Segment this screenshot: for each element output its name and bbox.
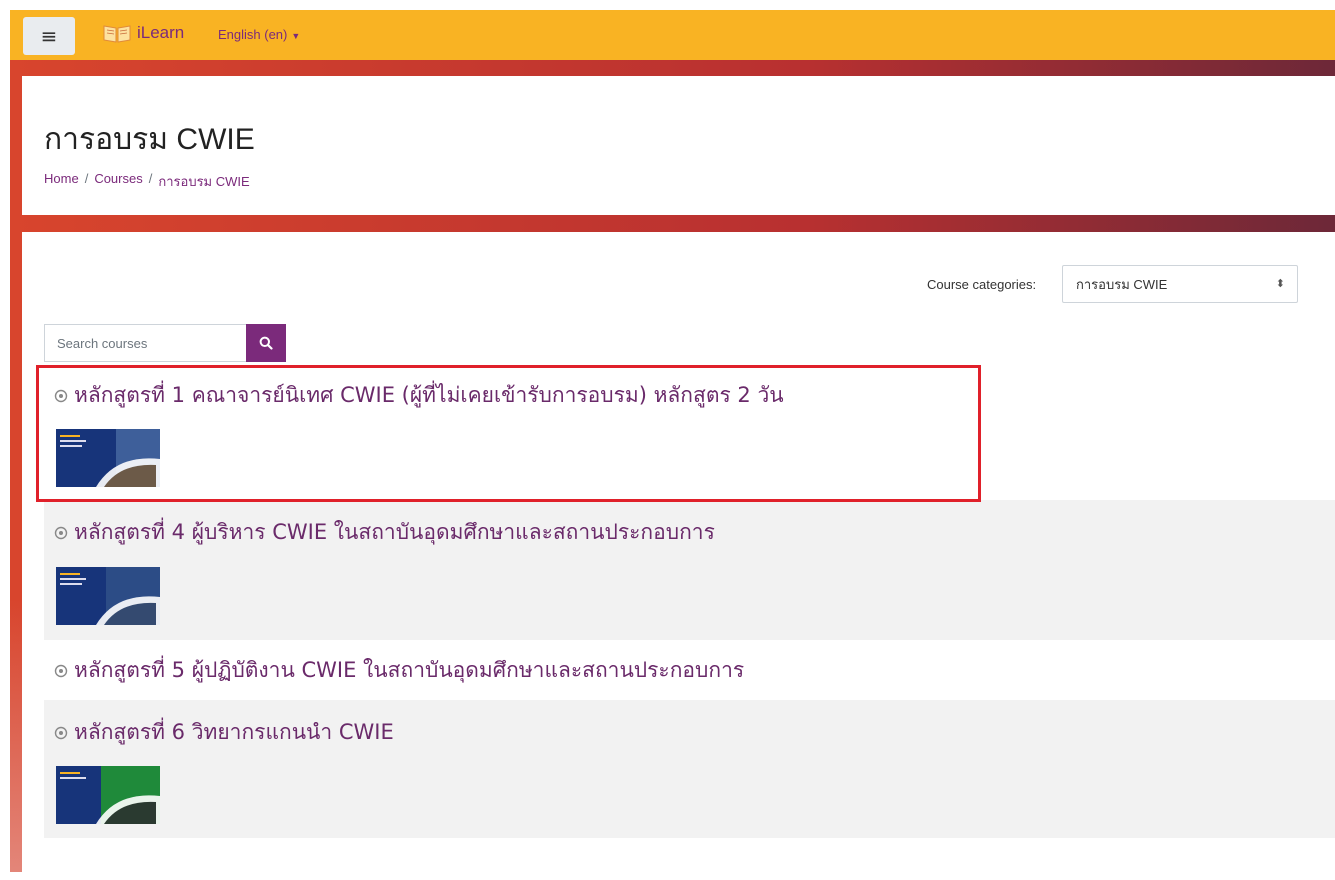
breadcrumb-current[interactable]: การอบรม CWIE [158,171,249,192]
course-categories-select[interactable]: การอบรม CWIE ⬍ [1062,265,1298,303]
breadcrumb-home[interactable]: Home [44,171,79,192]
search-input[interactable] [44,324,246,362]
course-thumbnail [56,766,160,824]
course-list-card: Course categories: การอบรม CWIE ⬍ หลักสู… [22,232,1335,875]
search-button[interactable] [246,324,286,362]
course-icon [54,526,68,539]
language-label: English (en) [218,27,288,42]
course-thumbnail [56,567,160,625]
breadcrumb-separator: / [84,171,89,186]
course-search [44,324,286,362]
language-selector[interactable]: English (en) ▼ [218,27,300,42]
hamburger-icon[interactable]: ≡ [23,17,75,55]
course-item: หลักสูตรที่ 5 ผู้ปฏิบัติงาน CWIE ในสถาบั… [44,640,1335,700]
course-item: หลักสูตรที่ 4 ผู้บริหาร CWIE ในสถาบันอุด… [44,500,1335,640]
caret-down-icon: ▼ [291,31,301,41]
course-icon [54,664,68,677]
course-icon [54,726,68,739]
page-header: การอบรม CWIE Home / Courses / การอบรม CW… [22,76,1335,215]
select-arrows-icon: ⬍ [1275,278,1285,290]
course-title: หลักสูตรที่ 4 ผู้บริหาร CWIE ในสถาบันอุด… [74,520,715,544]
course-title: หลักสูตรที่ 5 ผู้ปฏิบัติงาน CWIE ในสถาบั… [74,658,745,682]
selected-category: การอบรม CWIE [1076,276,1168,292]
page-title: การอบรม CWIE [44,123,255,156]
top-navbar: ≡ iLearn English (en) ▼ [10,10,1335,60]
breadcrumb-separator: / [148,171,153,186]
course-image[interactable] [56,766,160,824]
course-item: หลักสูตรที่ 6 วิทยากรแกนนำ CWIE [44,700,1335,838]
course-link[interactable]: หลักสูตรที่ 4 ผู้บริหาร CWIE ในสถาบันอุด… [54,516,715,549]
breadcrumb: Home / Courses / การอบรม CWIE [44,171,250,192]
course-title: หลักสูตรที่ 6 วิทยากรแกนนำ CWIE [74,720,394,744]
course-link[interactable]: หลักสูตรที่ 6 วิทยากรแกนนำ CWIE [54,716,394,749]
highlight-annotation [36,365,981,502]
brand-name: iLearn [137,23,185,42]
course-image[interactable] [56,567,160,625]
brand[interactable]: iLearn [102,22,184,44]
breadcrumb-courses[interactable]: Courses [94,171,142,192]
course-categories-label: Course categories: [927,277,1037,292]
course-link[interactable]: หลักสูตรที่ 5 ผู้ปฏิบัติงาน CWIE ในสถาบั… [54,654,744,687]
open-book-icon [103,25,131,43]
search-icon [259,336,273,350]
